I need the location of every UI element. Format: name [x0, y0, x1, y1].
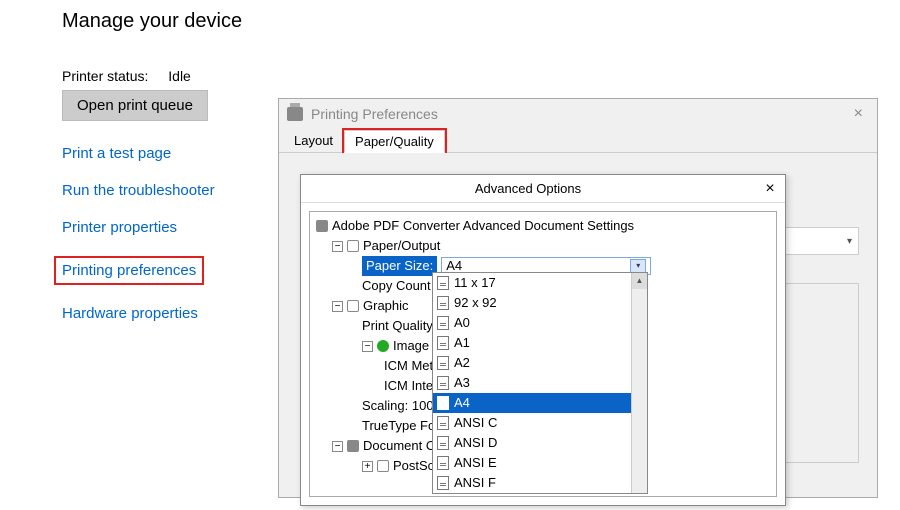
paper-size-option-label: A0	[454, 313, 470, 333]
prefs-tabs: Layout Paper/Quality	[279, 129, 877, 153]
scroll-up-icon[interactable]: ▲	[632, 273, 647, 289]
advanced-window-title: Advanced Options	[301, 181, 755, 196]
page-icon	[437, 416, 449, 430]
open-print-queue-button[interactable]: Open print queue	[62, 90, 208, 121]
expand-icon[interactable]: +	[362, 461, 373, 472]
folder-icon	[377, 460, 389, 472]
paper-size-option[interactable]: A2	[433, 353, 647, 373]
paper-size-option-label: A1	[454, 333, 470, 353]
gear-icon	[347, 440, 359, 452]
paper-size-option[interactable]: A0	[433, 313, 647, 333]
link-printing-preferences[interactable]: Printing preferences	[54, 256, 204, 285]
paper-size-option[interactable]: ANSI D	[433, 433, 647, 453]
collapse-icon[interactable]: −	[362, 341, 373, 352]
tree-scaling-label: Scaling: 100	[362, 396, 434, 416]
link-print-test-page[interactable]: Print a test page	[62, 145, 272, 162]
paper-size-option[interactable]: ANSI C	[433, 413, 647, 433]
prefs-window-title: Printing Preferences	[311, 106, 438, 122]
tree-truetype-label: TrueType Fo	[362, 416, 435, 436]
paper-size-option[interactable]: 92 x 92	[433, 293, 647, 313]
paper-size-option[interactable]: ANSI F	[433, 473, 647, 493]
paper-size-option[interactable]: A4	[433, 393, 647, 413]
tree-paper-output-label: Paper/Output	[363, 236, 440, 256]
page-icon	[437, 276, 449, 290]
paper-size-option-label: A2	[454, 353, 470, 373]
scrollbar[interactable]: ▲	[631, 273, 647, 493]
settings-tree: Adobe PDF Converter Advanced Document Se…	[309, 211, 777, 497]
tab-layout[interactable]: Layout	[283, 129, 344, 152]
printer-status: Printer status: Idle	[62, 68, 272, 84]
paper-size-option[interactable]: A1	[433, 333, 647, 353]
left-column: Printer status: Idle Open print queue Pr…	[62, 68, 272, 342]
color-icon	[377, 340, 389, 352]
tree-print-quality-label: Print Quality	[362, 316, 433, 336]
paper-size-option-label: 92 x 92	[454, 293, 497, 313]
page-icon	[437, 456, 449, 470]
paper-size-option[interactable]: 11 x 17	[433, 273, 647, 293]
paper-size-option-label: A4	[454, 393, 470, 413]
paper-size-dropdown-list[interactable]: ▲ 11 x 1792 x 92A0A1A2A3A4ANSI CANSI DAN…	[432, 272, 648, 494]
page-icon	[437, 436, 449, 450]
paper-size-option-label: ANSI E	[454, 453, 497, 473]
paper-size-label: Paper Size:	[362, 256, 437, 276]
advanced-close-button[interactable]: ×	[755, 180, 785, 198]
tree-root-label: Adobe PDF Converter Advanced Document Se…	[332, 216, 634, 236]
tab-paper-quality[interactable]: Paper/Quality	[344, 130, 445, 153]
prefs-close-button[interactable]: ×	[848, 105, 869, 123]
folder-icon	[347, 300, 359, 312]
prefs-titlebar: Printing Preferences ×	[279, 99, 877, 129]
tree-root[interactable]: Adobe PDF Converter Advanced Document Se…	[314, 216, 772, 236]
page-icon	[437, 476, 449, 490]
link-run-troubleshooter[interactable]: Run the troubleshooter	[62, 182, 272, 199]
chevron-down-icon: ▾	[847, 236, 852, 247]
advanced-titlebar: Advanced Options ×	[301, 175, 785, 203]
paper-size-option-label: ANSI C	[454, 413, 497, 433]
paper-size-option[interactable]: A3	[433, 373, 647, 393]
advanced-body: Adobe PDF Converter Advanced Document Se…	[301, 203, 785, 505]
paper-size-option[interactable]: ANSI E	[433, 453, 647, 473]
printer-status-label: Printer status:	[62, 68, 148, 84]
page-icon	[437, 336, 449, 350]
tree-copy-count-label: Copy Count	[362, 276, 431, 296]
page-icon	[437, 296, 449, 310]
page-icon	[437, 376, 449, 390]
printer-status-value: Idle	[168, 68, 191, 84]
tree-graphic-label: Graphic	[363, 296, 409, 316]
folder-icon	[347, 240, 359, 252]
printer-icon	[316, 220, 328, 232]
printer-icon	[287, 107, 303, 121]
page-icon	[437, 316, 449, 330]
paper-size-option-label: ANSI F	[454, 473, 496, 493]
page-icon	[437, 396, 449, 410]
paper-size-option-label: 11 x 17	[454, 273, 496, 293]
paper-size-option-label: ANSI D	[454, 433, 497, 453]
paper-size-option-label: A3	[454, 373, 470, 393]
collapse-icon[interactable]: −	[332, 241, 343, 252]
collapse-icon[interactable]: −	[332, 301, 343, 312]
link-hardware-properties[interactable]: Hardware properties	[62, 305, 272, 322]
collapse-icon[interactable]: −	[332, 441, 343, 452]
page-icon	[437, 356, 449, 370]
page-title: Manage your device	[62, 10, 900, 33]
advanced-options-window: Advanced Options × Adobe PDF Converter A…	[300, 174, 786, 506]
tree-paper-output[interactable]: − Paper/Output	[314, 236, 772, 256]
link-printer-properties[interactable]: Printer properties	[62, 219, 272, 236]
